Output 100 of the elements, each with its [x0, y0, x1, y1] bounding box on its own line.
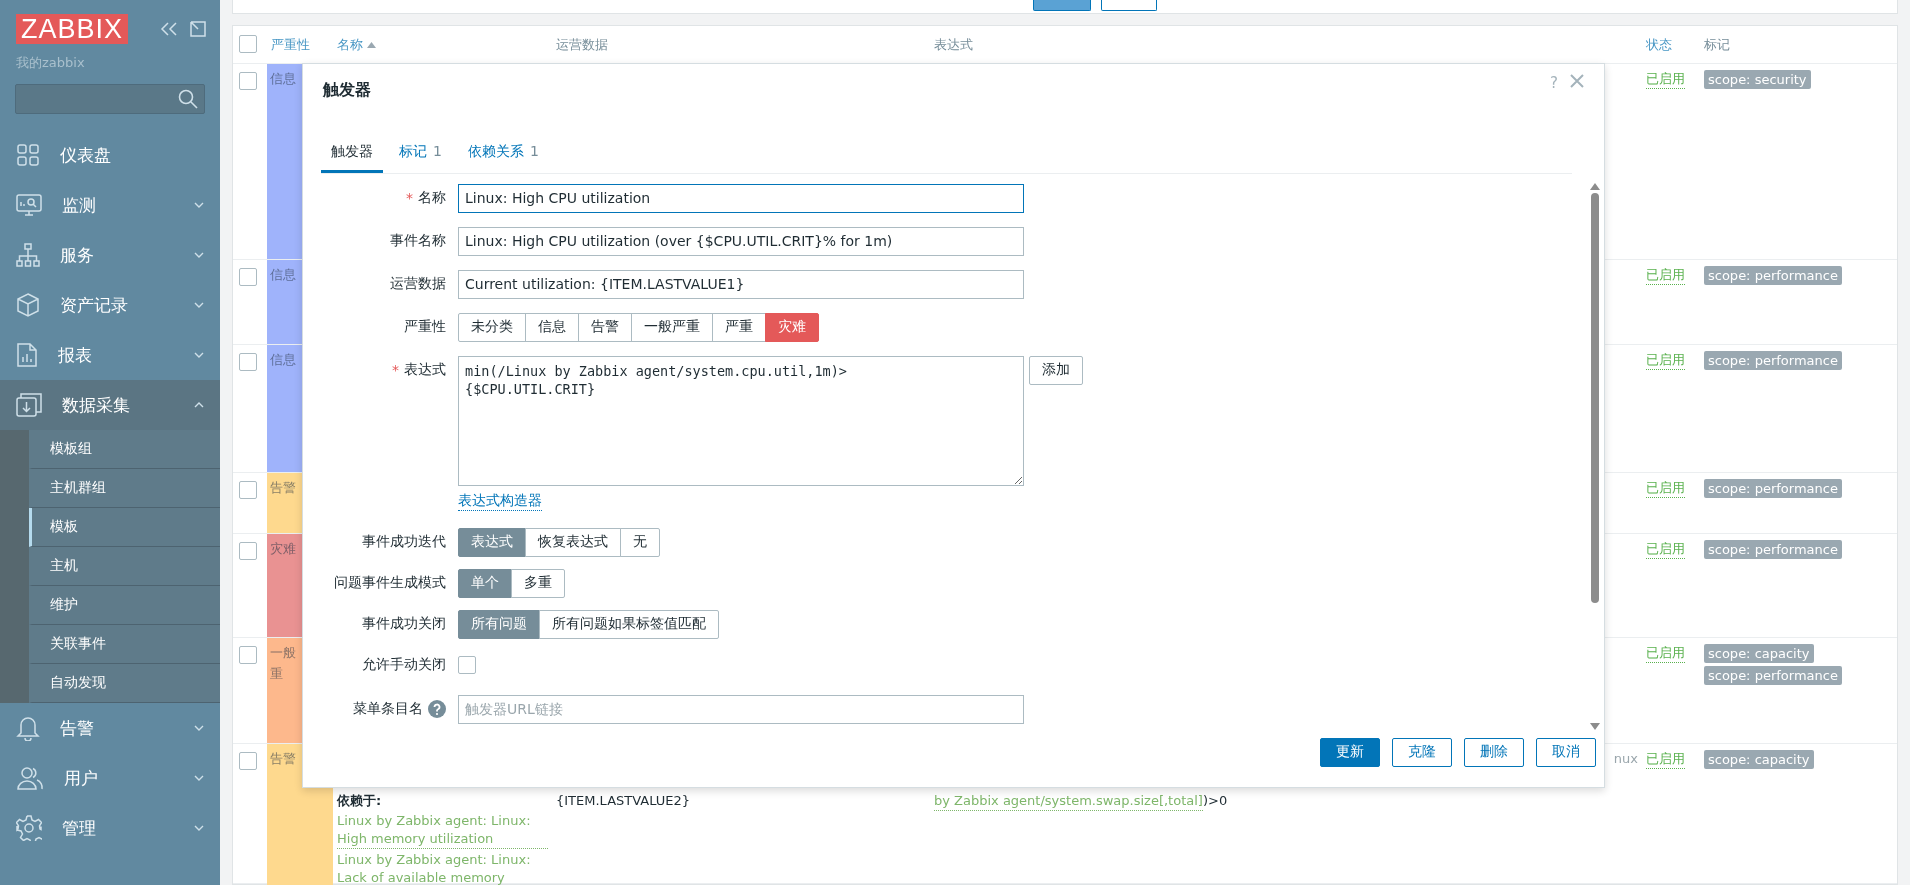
column-header: 运营数据 [556, 35, 608, 54]
submenu-item[interactable]: 模板 [29, 508, 220, 547]
expression-field[interactable]: min(/Linux by Zabbix agent/system.cpu.util,1m)> {$CPU.UTIL.CRIT} [458, 355, 1024, 486]
segment-button[interactable]: 所有问题如果标签值匹配 [539, 609, 719, 639]
segment-button[interactable]: 信息 [525, 312, 579, 342]
row-checkbox[interactable] [239, 481, 257, 499]
dialog-button[interactable]: 克隆 [1392, 737, 1452, 767]
document-chart-icon [16, 342, 38, 368]
field-label: 问题事件生成模式 [334, 574, 446, 593]
row-checkbox[interactable] [239, 268, 257, 286]
column-header[interactable]: 严重性 [271, 35, 310, 54]
dialog-tab[interactable]: 依赖关系 1 [457, 134, 549, 173]
expand-icon[interactable] [190, 21, 206, 37]
search-field[interactable] [15, 84, 205, 114]
collapse-icon[interactable] [160, 21, 178, 37]
tag-badge: scope: security [1704, 70, 1811, 89]
menu-item[interactable]: 管理 [0, 803, 220, 853]
text-field[interactable]: Linux: High CPU utilization (over {$CPU.UTIL.CRIT}% for 1m) [458, 226, 1024, 256]
scroll-up-icon[interactable] [1590, 182, 1600, 190]
chevron-down-icon [194, 352, 204, 358]
dialog-tab[interactable]: 触发器 [321, 134, 383, 173]
row-checkbox[interactable] [239, 542, 257, 560]
row-checkbox[interactable] [239, 646, 257, 664]
menu-item[interactable]: 告警 [0, 703, 220, 753]
select-all-checkbox[interactable] [239, 35, 257, 53]
scroll-down-icon[interactable] [1590, 722, 1600, 730]
filter-apply-button[interactable] [1033, 0, 1091, 11]
segment-button[interactable]: 无 [620, 527, 660, 557]
menu-item[interactable]: 服务 [0, 230, 220, 280]
submenu-item[interactable]: 主机群组 [29, 469, 220, 508]
status-link[interactable]: 已启用 [1646, 266, 1685, 285]
dialog-button[interactable]: 取消 [1536, 737, 1596, 767]
tag-badge: scope: performance [1704, 479, 1842, 498]
column-header[interactable]: 名称 [337, 35, 363, 54]
expression-constructor-link[interactable]: 表达式构造器 [458, 491, 542, 511]
segment-button[interactable]: 多重 [511, 568, 565, 598]
help-icon[interactable] [428, 700, 446, 719]
users-icon [16, 766, 44, 790]
status-link[interactable]: 已启用 [1646, 351, 1685, 370]
chevron-down-icon [194, 725, 204, 731]
severity-label: 信息 [270, 70, 297, 88]
submenu-item[interactable]: 模板组 [29, 430, 220, 469]
submenu-item[interactable]: 主机 [29, 547, 220, 586]
scrollbar-thumb[interactable] [1591, 192, 1599, 603]
severity-label: 灾难 [270, 540, 297, 558]
cube-icon [16, 293, 40, 317]
zabbix-logo[interactable]: ZABBIX [16, 14, 129, 44]
submenu-item[interactable]: 自动发现 [29, 664, 220, 703]
segment-button[interactable]: 告警 [578, 312, 632, 342]
row-checkbox[interactable] [239, 72, 257, 90]
bell-icon [16, 715, 40, 741]
menu-item[interactable]: 资产记录 [0, 280, 220, 330]
download-box-icon [16, 393, 42, 417]
status-link[interactable]: 已启用 [1646, 644, 1685, 663]
row-checkbox[interactable] [239, 353, 257, 371]
tag-badge: scope: performance [1704, 540, 1842, 559]
menu-item[interactable]: 用户 [0, 753, 220, 803]
add-button[interactable]: 添加 [1029, 355, 1083, 385]
field-label: 严重性 [404, 318, 446, 337]
filter-reset-button[interactable] [1101, 0, 1157, 11]
dependency-link[interactable]: Linux by Zabbix agent: Linux: Lack of available memory [337, 851, 548, 885]
segment-button[interactable]: 单个 [458, 568, 512, 598]
submenu-item[interactable]: 关联事件 [29, 625, 220, 664]
dialog-button[interactable]: 更新 [1320, 737, 1380, 767]
menu-item[interactable]: 报表 [0, 330, 220, 380]
field-label: 表达式 [404, 361, 446, 380]
dialog-button[interactable]: 删除 [1464, 737, 1524, 767]
field-label: 名称 [418, 189, 446, 208]
hierarchy-icon [16, 243, 40, 267]
text-field[interactable]: Linux: High CPU utilization [458, 183, 1024, 213]
severity-label: 信息 [270, 266, 297, 284]
item-link[interactable]: by Zabbix agent/system.swap.size[,total] [934, 792, 1203, 811]
status-link[interactable]: 已启用 [1646, 750, 1685, 769]
status-link[interactable]: 已启用 [1646, 479, 1685, 498]
search-icon [178, 89, 198, 109]
segment-button[interactable]: 表达式 [458, 527, 526, 557]
text-field[interactable]: Current utilization: {ITEM.LASTVALUE1} [458, 269, 1024, 299]
menu-item[interactable]: 仪表盘 [0, 130, 220, 180]
segment-button[interactable]: 恢复表达式 [525, 527, 621, 557]
column-header[interactable]: 状态 [1646, 35, 1672, 54]
checkbox[interactable] [458, 655, 476, 674]
close-icon[interactable] [1570, 74, 1584, 88]
required-mark: * [406, 190, 413, 207]
segment-button[interactable]: 严重 [712, 312, 766, 342]
menu-item[interactable]: 数据采集 [0, 380, 220, 430]
segment-button[interactable]: 一般严重 [631, 312, 713, 342]
text-field[interactable]: 触发器URL链接 [458, 694, 1024, 724]
segment-button[interactable]: 未分类 [458, 312, 526, 342]
status-link[interactable]: 已启用 [1646, 70, 1685, 89]
grid-icon [16, 143, 40, 167]
tag-badge: scope: performance [1704, 351, 1842, 370]
depends-label: 依赖于: [337, 792, 383, 810]
segment-button[interactable]: 灾难 [765, 312, 819, 342]
segment-button[interactable]: 所有问题 [458, 609, 540, 639]
submenu-item[interactable]: 维护 [29, 586, 220, 625]
dependency-link[interactable]: Linux by Zabbix agent: Linux: High memory utilization [337, 812, 548, 849]
menu-item[interactable]: 监测 [0, 180, 220, 230]
row-checkbox[interactable] [239, 752, 257, 770]
dialog-tab[interactable]: 标记 1 [389, 134, 452, 173]
status-link[interactable]: 已启用 [1646, 540, 1685, 559]
